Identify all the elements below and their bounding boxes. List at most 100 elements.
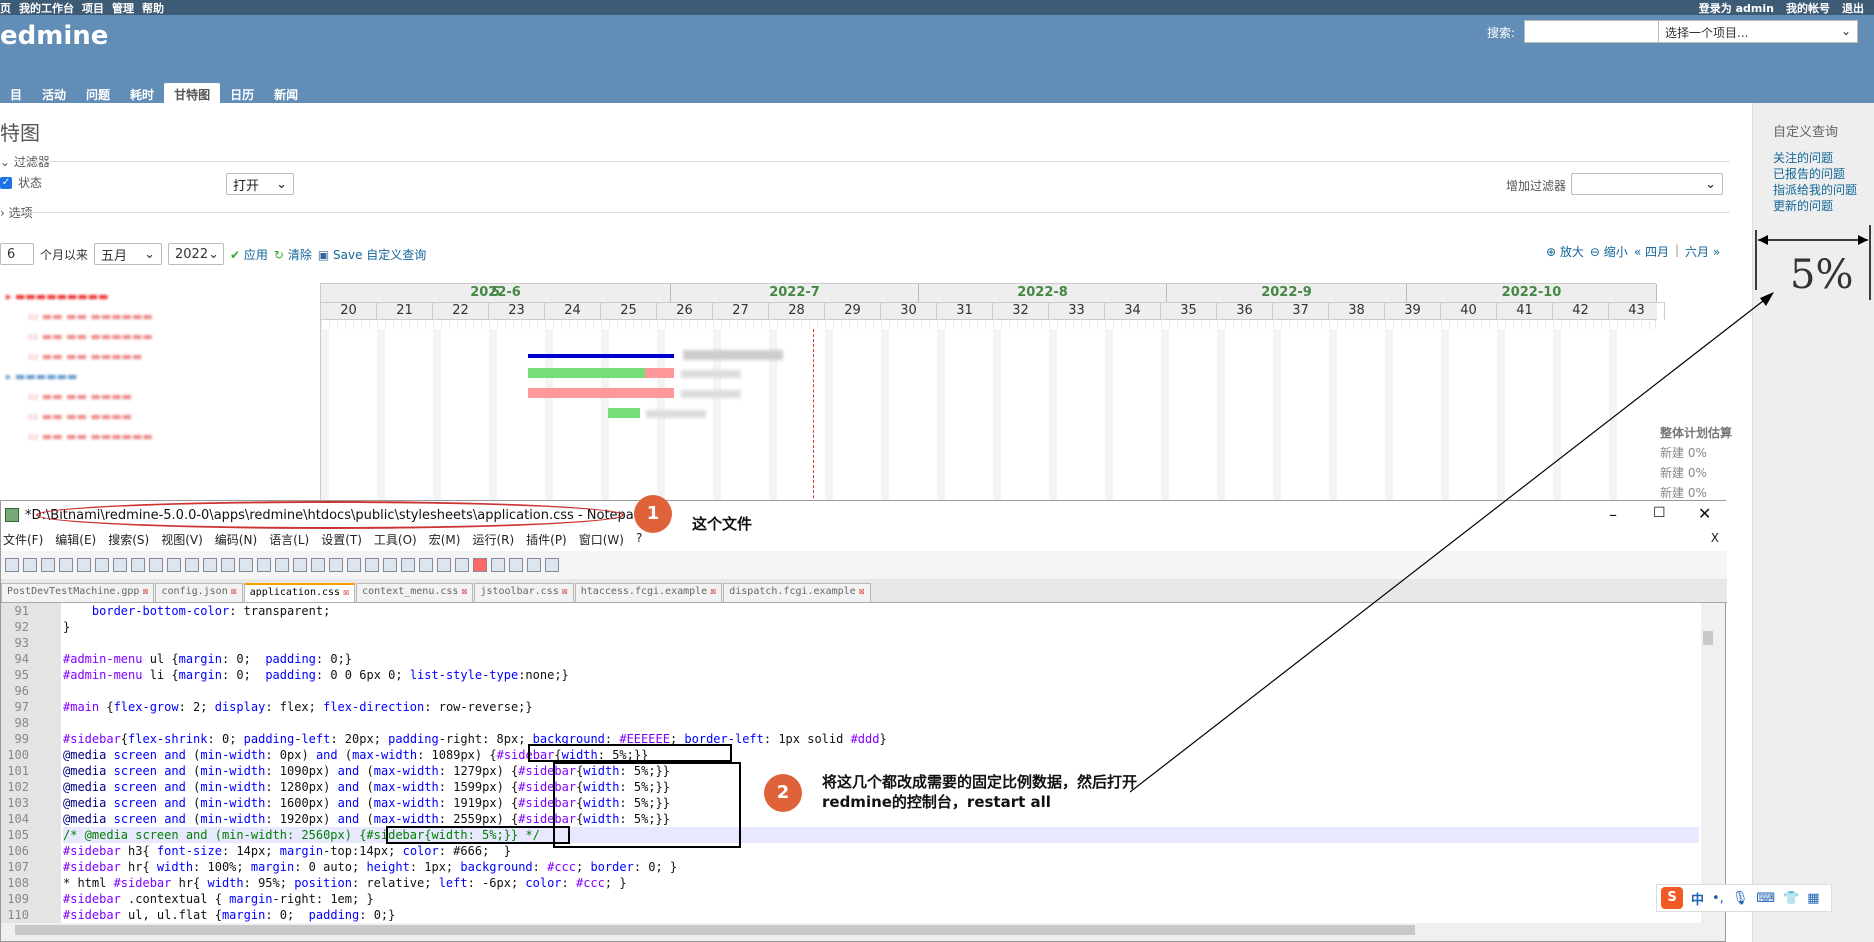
doc-map-icon[interactable] (401, 558, 415, 572)
toolbox-icon[interactable]: ▦ (1807, 891, 1819, 906)
cut-icon[interactable] (131, 558, 145, 572)
menu-file[interactable]: 文件(F) (3, 531, 43, 551)
replace-icon[interactable] (239, 558, 253, 572)
code-line[interactable]: * html #sidebar hr{ width: 95%; position… (63, 875, 1699, 891)
gantt-issue-row[interactable]: ▭ ▬▬ ▬▬ ▬▬▬▬▬ (28, 350, 142, 363)
word-wrap-icon[interactable] (329, 558, 343, 572)
save-icon[interactable] (41, 558, 55, 572)
microphone-icon[interactable]: 🎙 (1732, 891, 1749, 906)
menu-view[interactable]: 视图(V) (161, 531, 203, 551)
play-macro-icon[interactable] (509, 558, 523, 572)
gantt-version-row[interactable]: ▸ ▬▬▬▬▬▬ (6, 370, 77, 383)
skin-icon[interactable]: 👕 (1783, 891, 1799, 906)
tab-issues[interactable]: 问题 (76, 83, 120, 103)
months-input[interactable]: 6 (0, 243, 34, 265)
undo-icon[interactable] (185, 558, 199, 572)
zoom-out-icon[interactable] (275, 558, 289, 572)
sync-vertical-icon[interactable] (293, 558, 307, 572)
tab-activity[interactable]: 活动 (32, 83, 76, 103)
menu-help[interactable]: ? (636, 531, 642, 551)
menu-search[interactable]: 搜索(S) (108, 531, 149, 551)
menu-settings[interactable]: 设置(T) (321, 531, 362, 551)
punctuation-icon[interactable]: •, (1712, 891, 1724, 906)
ime-chinese-mode[interactable]: 中 (1691, 889, 1704, 908)
menu-run[interactable]: 运行(R) (472, 531, 514, 551)
close-tab-icon[interactable]: ☒ (142, 586, 148, 597)
code-line[interactable]: #sidebar ul, ul.flat {margin: 0; padding… (63, 907, 1699, 923)
menu-plugins[interactable]: 插件(P) (526, 531, 567, 551)
my-account-link[interactable]: 我的帐号 (1786, 0, 1830, 16)
project-jump-select[interactable]: 选择一个项目... ⌄ (1658, 20, 1858, 43)
top-menu-help[interactable]: 帮助 (142, 0, 164, 16)
file-tab[interactable]: context_menu.css ☒ (356, 583, 474, 602)
show-all-chars-icon[interactable] (347, 558, 361, 572)
clear-button[interactable]: ↻ 清除 (274, 246, 312, 263)
horizontal-scrollbar[interactable] (1, 923, 1701, 937)
menu-window[interactable]: 窗口(W) (579, 531, 624, 551)
menu-macro[interactable]: 宏(M) (429, 531, 461, 551)
zoom-in-button[interactable]: ⊕ 放大 (1546, 243, 1584, 260)
add-filter-select[interactable]: ⌄ (1571, 173, 1723, 195)
scroll-thumb[interactable] (15, 925, 1415, 935)
copy-icon[interactable] (149, 558, 163, 572)
sidebar-link-reported[interactable]: 已报告的问题 (1773, 166, 1874, 182)
file-tab[interactable]: PostDevTestMachine.gpp ☒ (1, 583, 155, 602)
tab-news[interactable]: 新闻 (264, 83, 308, 103)
menu-edit[interactable]: 编辑(E) (55, 531, 96, 551)
gantt-issue-row[interactable]: ▭ ▬▬ ▬▬ ▬▬▬▬ (28, 390, 132, 403)
close-tab-icon[interactable]: ☒ (231, 586, 237, 597)
save-query-button[interactable]: ▣ Save 自定义查询 (318, 246, 426, 263)
menu-tools[interactable]: 工具(O) (374, 531, 417, 551)
file-tab[interactable]: htaccess.fcgi.example ☒ (574, 583, 723, 602)
new-file-icon[interactable] (5, 558, 19, 572)
open-file-icon[interactable] (23, 558, 37, 572)
file-tab[interactable]: dispatch.fcgi.example ☒ (723, 583, 871, 602)
save-macro-icon[interactable] (545, 558, 559, 572)
record-macro-icon[interactable] (473, 558, 487, 572)
indent-guide-icon[interactable] (365, 558, 379, 572)
menu-language[interactable]: 语言(L) (269, 531, 309, 551)
save-all-icon[interactable] (59, 558, 73, 572)
run-macro-multiple-icon[interactable] (527, 558, 541, 572)
close-all-icon[interactable] (95, 558, 109, 572)
close-file-icon[interactable] (77, 558, 91, 572)
logout-link[interactable]: 退出 (1842, 0, 1864, 16)
user-link[interactable]: admin (1736, 2, 1774, 15)
close-tab-icon[interactable]: ☒ (859, 586, 865, 597)
paste-icon[interactable] (167, 558, 181, 572)
top-menu-admin[interactable]: 管理 (112, 0, 134, 16)
code-line[interactable]: @media screen and (min-width: 1920px) an… (63, 811, 1699, 827)
close-tab-icon[interactable]: ☒ (710, 586, 716, 597)
code-line[interactable]: #sidebar .contextual { margin-right: 1em… (63, 891, 1699, 907)
folder-workspace-icon[interactable] (437, 558, 451, 572)
apply-button[interactable]: ✔ 应用 (230, 246, 268, 263)
zoom-in-icon[interactable] (257, 558, 271, 572)
year-select[interactable]: 2022 ⌄ (168, 243, 225, 265)
close-tab-icon[interactable]: ☒ (343, 587, 349, 598)
gantt-issue-row[interactable]: ▭ ▬▬ ▬▬ ▬▬▬▬▬▬ (28, 330, 153, 343)
monitoring-icon[interactable] (455, 558, 469, 572)
sidebar-link-watched[interactable]: 关注的问题 (1773, 150, 1874, 166)
file-tab[interactable]: config.json ☒ (155, 583, 243, 602)
stop-macro-icon[interactable] (491, 558, 505, 572)
sidebar-link-updated[interactable]: 更新的问题 (1773, 198, 1874, 214)
close-tab-icon[interactable]: ☒ (461, 586, 467, 597)
month-select[interactable]: 五月 ⌄ (94, 243, 163, 265)
gantt-issue-row[interactable]: ▭ ▬▬ ▬▬ ▬▬▬▬▬▬ (28, 310, 153, 323)
status-checkbox[interactable]: ✓ (0, 176, 12, 189)
tab-spent-time[interactable]: 耗时 (120, 83, 164, 103)
find-icon[interactable] (221, 558, 235, 572)
top-menu-home[interactable]: 页 (0, 0, 11, 16)
function-list-icon[interactable] (419, 558, 433, 572)
print-icon[interactable] (113, 558, 127, 572)
file-tab-active[interactable]: application.css ☒ (243, 583, 356, 602)
tab-projects[interactable]: 目 (0, 83, 32, 103)
tab-calendar[interactable]: 日历 (220, 83, 264, 103)
top-menu-my-page[interactable]: 我的工作台 (19, 0, 74, 16)
sync-horizontal-icon[interactable] (311, 558, 325, 572)
code-line[interactable]: /* @media screen and (min-width: 2560px)… (63, 827, 1699, 843)
code-line[interactable]: #sidebar hr{ width: 100%; margin: 0 auto… (63, 859, 1699, 875)
user-language-icon[interactable] (383, 558, 397, 572)
close-tab-icon[interactable]: ☒ (562, 586, 568, 597)
top-menu-projects[interactable]: 项目 (82, 0, 104, 16)
